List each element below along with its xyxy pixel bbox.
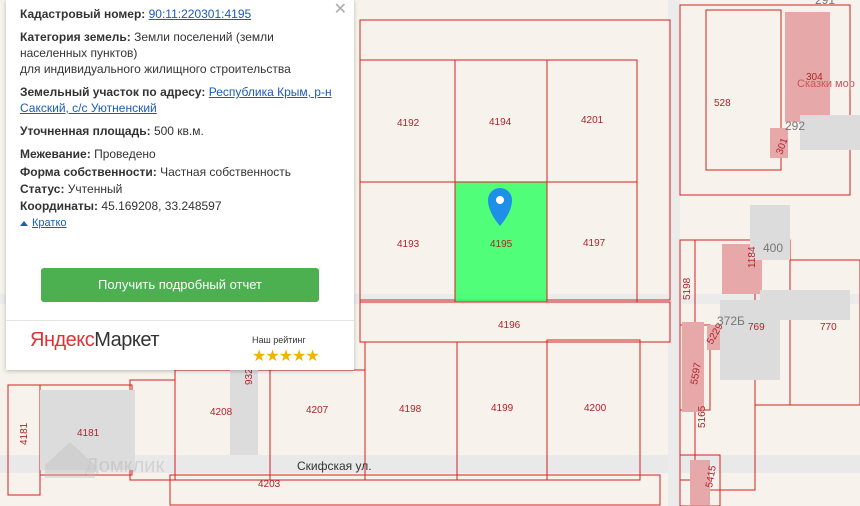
close-icon[interactable]: ✕ [334,2,347,18]
cadastral-label: Кадастровый номер: [20,7,146,21]
parcel-label-528: 528 [714,98,731,109]
street-label: Скифская ул. [297,459,372,473]
building-label-291: 291 [815,0,835,7]
parcel-label-4207: 4207 [306,405,329,416]
parcel-label-4200: 4200 [584,403,607,414]
building-label-372b: 372Б [717,314,745,328]
parcel-label-5198: 5198 [682,277,693,300]
poi-label[interactable]: Сказки мор [797,78,855,90]
rating-block: Наш рейтинг ★★★★★ [252,332,332,366]
survey-row: Межевание: Проведено [20,146,340,162]
logo-part-1: Яндекс [30,329,95,351]
parcel-label-4199: 4199 [491,403,514,414]
address-label: Земельный участок по адресу: [20,85,206,99]
address-link-2[interactable]: Сакский, с/с Уютненский [20,101,157,115]
parcel-label-4195: 4195 [490,239,513,250]
yandex-market-logo[interactable]: ЯндексМаркет [30,329,159,351]
status-row: Статус: Учтенный [20,181,340,197]
parcel-label-4194: 4194 [489,117,512,128]
ownership-row: Форма собственности: Частная собственнос… [20,164,340,180]
parcel-label-4193: 4193 [397,239,420,250]
status-label: Статус: [20,182,65,196]
coords-value: 45.169208, 33.248597 [101,199,222,213]
parcel-label-4192: 4192 [397,118,420,129]
ownership-value: Частная собственность [160,165,292,179]
area-row: Уточненная площадь: 500 кв.м. [20,123,340,139]
parcel-label-932: 932 [244,368,255,385]
collapse-link[interactable]: Кратко [20,215,340,231]
parcel-label-4208: 4208 [210,407,233,418]
address-row: Земельный участок по адресу: Республика … [20,84,340,116]
cadastral-row: Кадастровый номер: 90:11:220301:4195 [20,6,340,22]
parcel-label-4181b: 4181 [19,422,30,445]
parcel-label-770: 770 [820,322,837,333]
watermark-text: Домклик [85,455,164,477]
category-value-3: для индивидуального жилищного строительс… [20,62,291,76]
rating-caption: Наш рейтинг [252,335,306,345]
building-label-400: 400 [763,241,783,255]
parcel-label-4198: 4198 [399,404,422,415]
ownership-label: Форма собственности: [20,165,157,179]
coords-label: Координаты: [20,199,99,213]
area-value: 500 кв.м. [153,124,204,138]
survey-label: Межевание: [20,147,91,161]
divider [6,320,354,321]
parcel-label-4181a: 4181 [77,428,100,439]
caret-up-icon [20,220,28,226]
parcel-label-1184: 1184 [747,246,758,268]
detailed-report-button[interactable]: Получить подробный отчет [41,268,319,302]
building-label-292: 292 [785,119,805,133]
parcel-label-4203: 4203 [258,479,281,490]
collapse-label[interactable]: Кратко [32,215,67,231]
area-label: Уточненная площадь: [20,124,151,138]
cadastral-link[interactable]: 90:11:220301:4195 [149,7,252,21]
category-row: Категория земель: Земли поселений (земли… [20,29,340,77]
parcel-label-4196: 4196 [498,320,521,331]
coords-row: Координаты: 45.169208, 33.248597 [20,198,340,214]
address-link-1[interactable]: Республика Крым, р-н [209,85,332,99]
rating-stars: ★★★★★ [252,348,320,365]
parcel-label-769: 769 [748,322,765,333]
status-value: Учтенный [67,182,123,196]
logo-part-2: Маркет [94,329,159,351]
category-value-1: Земли поселений (земли [134,30,274,44]
parcel-label-5165: 5165 [697,405,708,428]
category-value-2: населенных пунктов) [20,46,138,60]
category-label: Категория земель: [20,30,131,44]
parcel-label-4197: 4197 [583,238,606,249]
parcel-label-4201: 4201 [581,115,604,126]
parcel-info-popup: ✕ Кадастровый номер: 90:11:220301:4195 К… [6,0,354,370]
survey-value: Проведено [94,147,156,161]
